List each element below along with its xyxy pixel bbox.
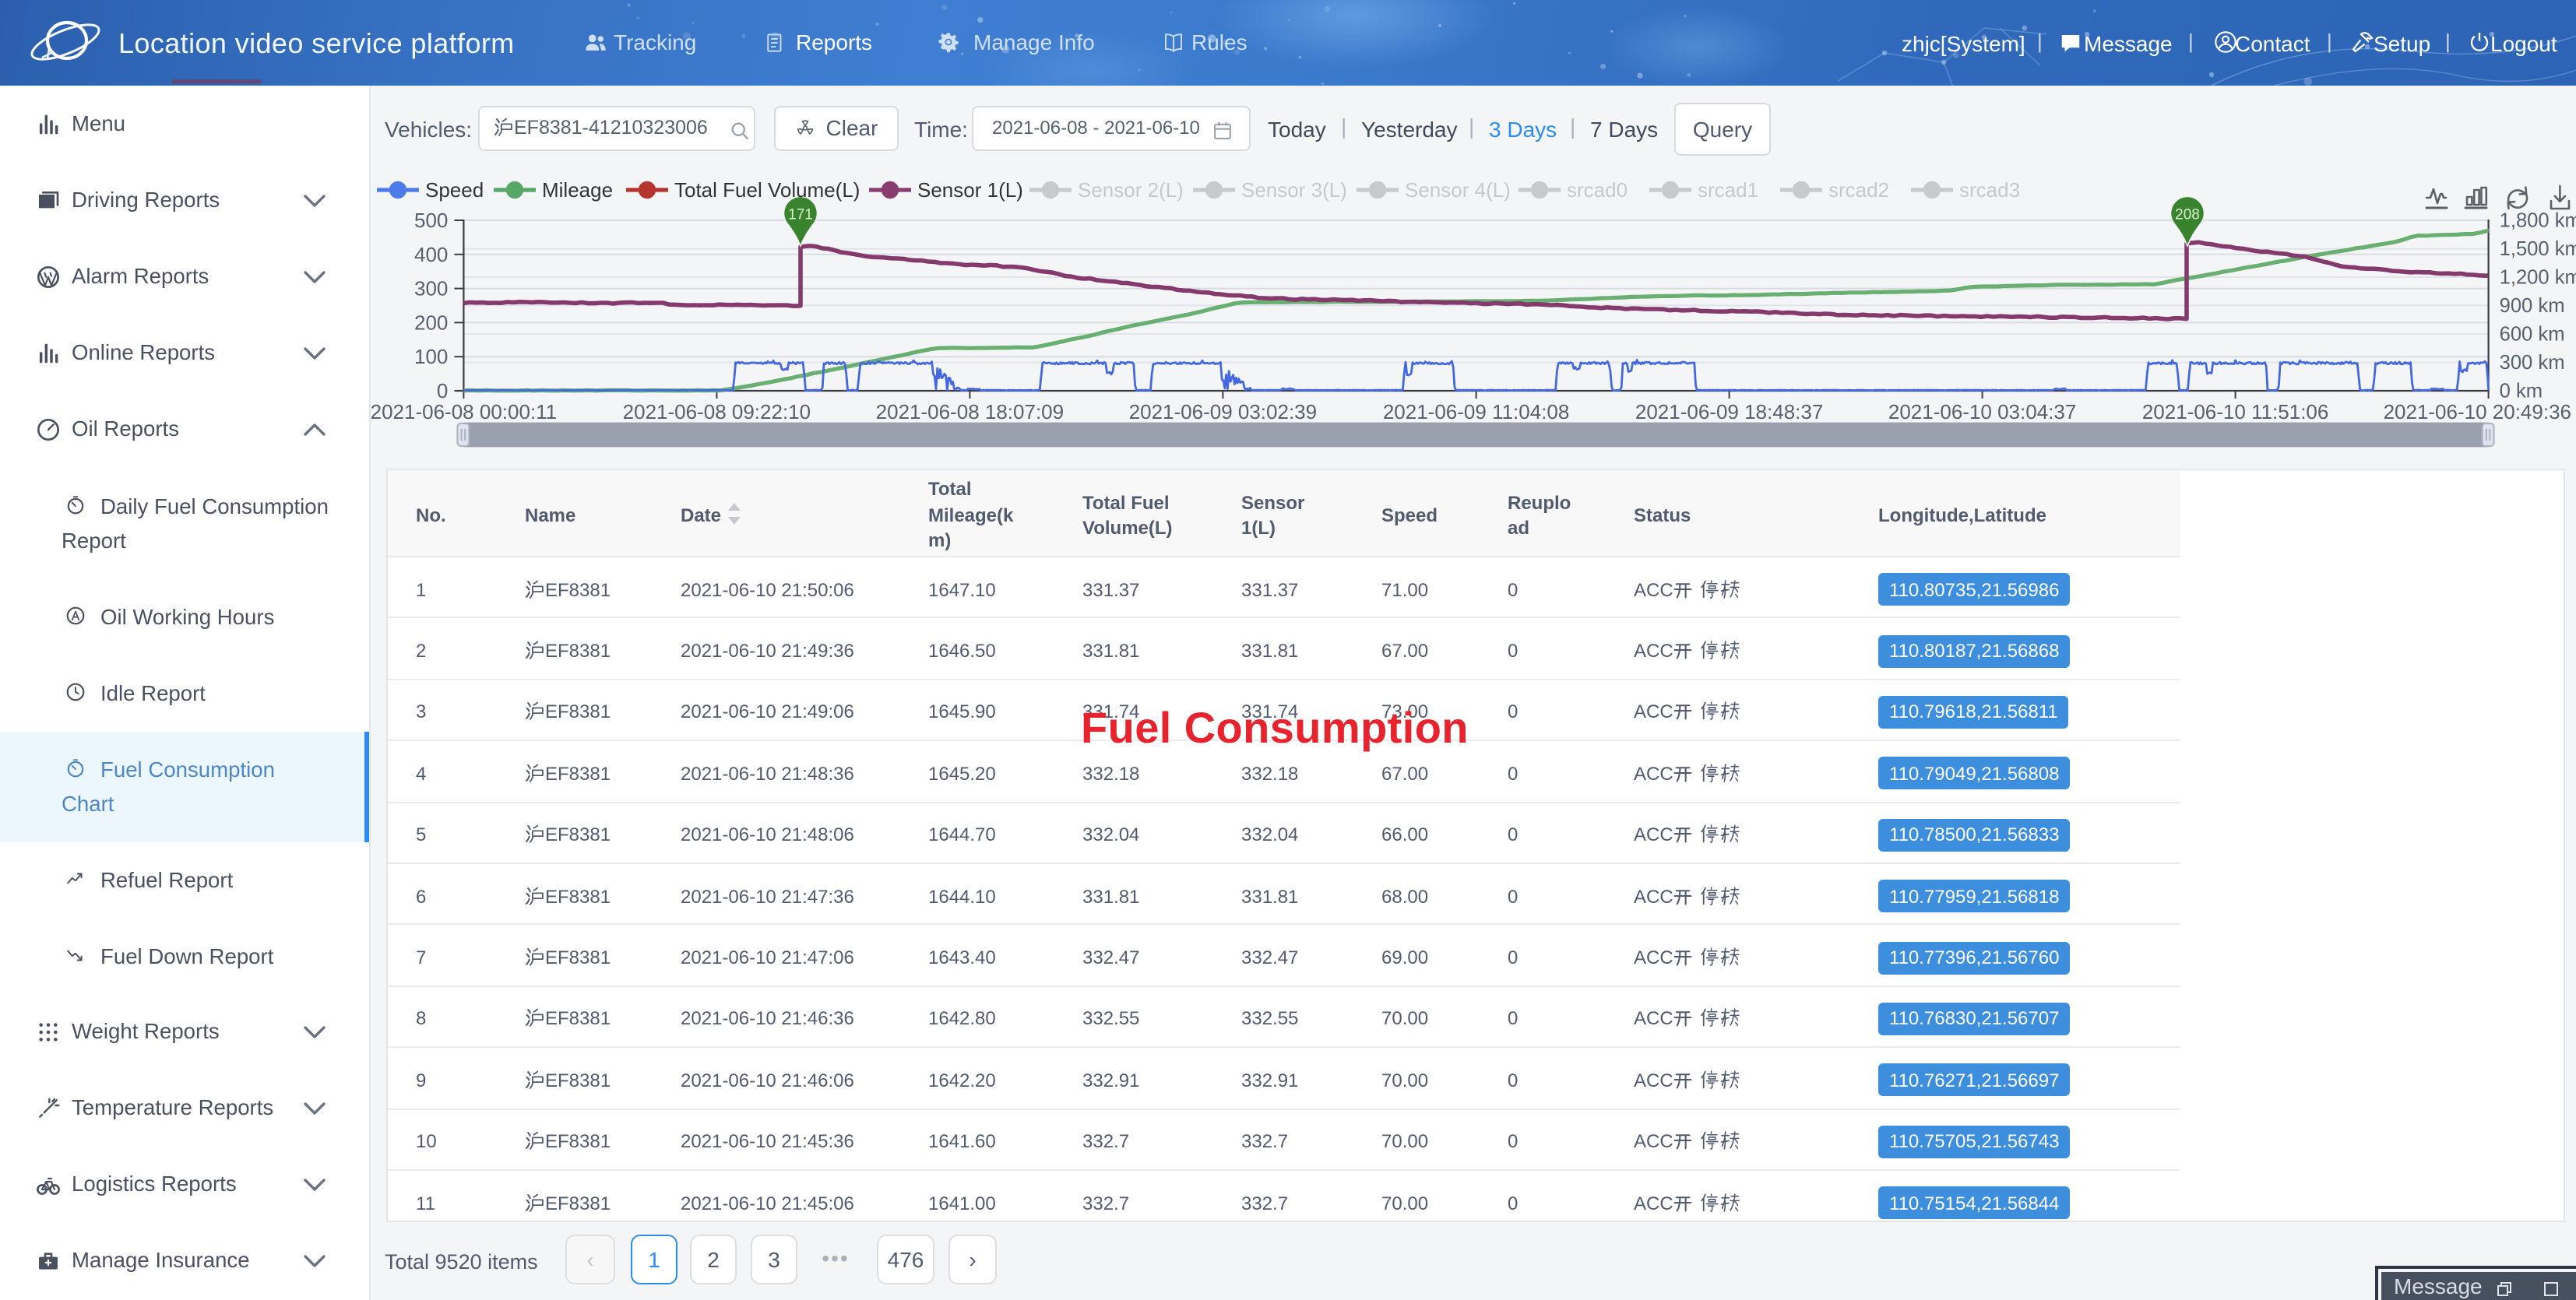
svg-text:Sensor 4(L): Sensor 4(L): [1405, 178, 1511, 202]
svg-text:2021-06-10 20:49:36: 2021-06-10 20:49:36: [2384, 400, 2571, 423]
svg-text:srcad2: srcad2: [1828, 178, 1889, 202]
svg-text:208: 208: [2175, 207, 2200, 223]
svg-text:600 km: 600 km: [2500, 324, 2565, 346]
svg-text:Total Fuel Volume(L): Total Fuel Volume(L): [674, 178, 860, 202]
svg-text:1,500 km: 1,500 km: [2500, 238, 2576, 260]
svg-text:Sensor 3(L): Sensor 3(L): [1241, 178, 1347, 202]
svg-text:300: 300: [414, 277, 448, 300]
svg-text:Mileage: Mileage: [542, 178, 613, 202]
svg-text:Speed: Speed: [425, 178, 484, 202]
svg-text:Sensor 2(L): Sensor 2(L): [1078, 178, 1184, 202]
svg-text:srcad0: srcad0: [1567, 178, 1628, 202]
svg-text:300 km: 300 km: [2500, 352, 2565, 374]
svg-text:100: 100: [414, 345, 448, 368]
svg-text:Sensor 1(L): Sensor 1(L): [917, 178, 1023, 202]
svg-text:0 km: 0 km: [2500, 381, 2543, 402]
svg-text:171: 171: [788, 207, 813, 223]
svg-text:2021-06-08 09:22:10: 2021-06-08 09:22:10: [623, 400, 811, 423]
svg-text:900 km: 900 km: [2500, 295, 2565, 317]
svg-text:200: 200: [414, 311, 448, 334]
svg-text:srcad1: srcad1: [1698, 178, 1758, 202]
svg-text:500: 500: [414, 209, 448, 232]
svg-text:2021-06-08 00:00:11: 2021-06-08 00:00:11: [371, 400, 558, 423]
svg-text:2021-06-09 18:48:37: 2021-06-09 18:48:37: [1635, 400, 1823, 423]
svg-text:0: 0: [437, 379, 448, 402]
svg-text:2021-06-10 03:04:37: 2021-06-10 03:04:37: [1888, 400, 2076, 423]
svg-text:1,200 km: 1,200 km: [2500, 267, 2576, 289]
svg-text:2021-06-09 03:02:39: 2021-06-09 03:02:39: [1129, 400, 1317, 423]
svg-text:2021-06-08 18:07:09: 2021-06-08 18:07:09: [876, 400, 1064, 423]
svg-text:2021-06-10 11:51:06: 2021-06-10 11:51:06: [2142, 400, 2329, 423]
svg-text:2021-06-09 11:04:08: 2021-06-09 11:04:08: [1383, 400, 1570, 423]
svg-text:400: 400: [414, 243, 448, 266]
svg-text:srcad3: srcad3: [1959, 178, 2020, 202]
svg-text:1,800 km: 1,800 km: [2500, 210, 2576, 232]
